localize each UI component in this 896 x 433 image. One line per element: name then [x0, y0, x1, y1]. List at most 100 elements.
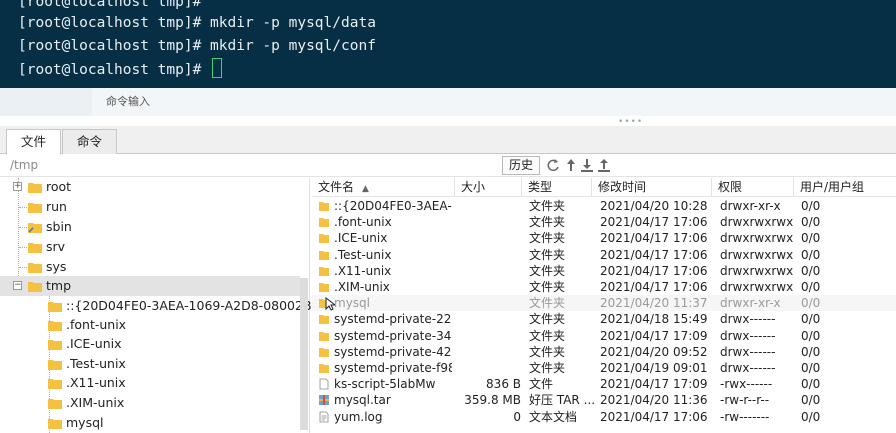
tree-item-font-unix[interactable]: .font-unix: [0, 315, 300, 335]
file-owner: 0/0: [801, 280, 821, 294]
tree-item-xim-unix[interactable]: .XIM-unix: [0, 393, 300, 413]
file-row[interactable]: mysql 文件夹 2021/04/20 11:37 drwxr-xr-x 0/0: [312, 295, 896, 312]
tree-item-ice-unix[interactable]: .ICE-unix: [0, 334, 300, 354]
text-file-icon: [318, 411, 330, 423]
file-permissions: -rw-------: [720, 409, 770, 424]
tree-item-tmp[interactable]: − tmp: [0, 276, 300, 296]
file-row[interactable]: systemd-private-f98... 文件夹 2021/04/19 09:0…: [312, 360, 896, 376]
folder-icon: [48, 340, 62, 350]
folder-icon: [318, 281, 330, 293]
history-button[interactable]: 历史: [502, 156, 540, 175]
column-header-size[interactable]: 大小: [455, 178, 522, 197]
file-type: 文件夹: [529, 247, 566, 262]
sort-asc-icon: ▲: [362, 184, 369, 194]
column-header-owner[interactable]: 用户/用户组: [794, 178, 896, 197]
tree-item-mysql[interactable]: mysql: [0, 413, 300, 433]
file-name: systemd-private-42a...: [334, 344, 452, 359]
file-row[interactable]: .ICE-unix 文件夹 2021/04/17 17:06 drwxrwxrwx 0/…: [312, 230, 896, 246]
folder-icon: [48, 419, 62, 429]
file-type: 文件夹: [529, 231, 566, 246]
file-mtime: 2021/04/20 10:28: [600, 199, 708, 213]
tree-item-srv[interactable]: srv: [0, 237, 300, 257]
tab-bar: 文件 命令: [0, 126, 896, 155]
file-row[interactable]: systemd-private-223... 文件夹 2021/04/18 15:4…: [312, 311, 896, 327]
file-row[interactable]: .Test-unix 文件夹 2021/04/17 17:06 drwxrwxrwx 0…: [312, 247, 896, 263]
tree-item-label: .X11-unix: [66, 375, 126, 390]
tree-item-label: run: [46, 199, 67, 214]
file-permissions: -rwx------: [720, 377, 773, 392]
command-input[interactable]: 命令输入: [92, 88, 896, 116]
file-row[interactable]: .font-unix 文件夹 2021/04/17 17:06 drwxrwxrwx 0…: [312, 214, 896, 230]
tree-item-x11-unix[interactable]: .X11-unix: [0, 373, 300, 393]
file-name: ::{20D04FE0-3AEA-1...: [334, 199, 452, 213]
tree-item-label: .font-unix: [66, 317, 127, 332]
file-row[interactable]: ::{20D04FE0-3AEA-1... 文件夹 2021/04/20 10:28…: [312, 198, 896, 214]
file-size: 836 B: [486, 377, 521, 392]
file-owner: 0/0: [801, 361, 821, 375]
file-row[interactable]: systemd-private-42a... 文件夹 2021/04/20 09:5…: [312, 344, 896, 360]
column-header-name[interactable]: 文件名 ▲: [312, 178, 455, 197]
tree-item-guid-folder[interactable]: ::{20D04FE0-3AEA-1069-A2D8-08002B3030: [0, 296, 343, 316]
terminal-line: [root@localhost tmp]#: [18, 58, 223, 80]
tree-item-run[interactable]: run: [0, 197, 300, 217]
file-size: 359.8 MB: [464, 393, 521, 408]
file-mtime: 2021/04/17 17:09: [600, 377, 708, 392]
file-permissions: drwx------: [720, 328, 776, 343]
expand-icon[interactable]: +: [13, 182, 22, 191]
tree-item-label: mysql: [66, 415, 104, 430]
up-directory-icon[interactable]: [564, 157, 578, 173]
tree-item-test-unix[interactable]: .Test-unix: [0, 354, 300, 374]
file-type: 文件夹: [529, 296, 566, 311]
tab-files[interactable]: 文件: [6, 129, 61, 155]
folder-icon: [28, 203, 42, 213]
file-mtime: 2021/04/20 11:36: [600, 393, 708, 408]
file-type: 文件夹: [529, 215, 566, 230]
file-name: .font-unix: [334, 215, 392, 230]
file-row[interactable]: systemd-private-341... 文件夹 2021/04/17 17:0…: [312, 328, 896, 344]
folder-icon: [318, 313, 330, 325]
file-mtime: 2021/04/17 17:06: [600, 409, 708, 424]
folder-icon: [48, 321, 62, 331]
tree-item-sys[interactable]: sys: [0, 257, 300, 277]
folder-icon: [48, 302, 62, 312]
column-header-permissions[interactable]: 权限: [712, 178, 794, 197]
file-permissions: drwx------: [720, 344, 776, 359]
tab-commands[interactable]: 命令: [62, 129, 117, 154]
terminal-cursor: [212, 58, 223, 78]
file-list: 文件名 ▲ 大小 类型 修改时间 权限 用户/用户组 ::{20D04FE0-3A…: [312, 178, 896, 433]
mouse-pointer-icon: [325, 297, 335, 311]
collapse-icon[interactable]: −: [13, 281, 22, 290]
tree-scrollbar[interactable]: [300, 278, 308, 430]
column-header-mtime[interactable]: 修改时间: [592, 178, 712, 197]
file-mtime: 2021/04/20 09:52: [600, 344, 708, 359]
file-row[interactable]: .X11-unix 文件夹 2021/04/17 17:06 drwxrwxrwx 0/…: [312, 263, 896, 279]
column-header-type[interactable]: 类型: [522, 178, 592, 197]
folder-icon: [28, 183, 42, 193]
file-owner: 0/0: [801, 199, 821, 213]
file-row[interactable]: mysql.tar 359.8 MB 好压 TAR ... 2021/04/20 11…: [312, 392, 896, 408]
file-name: .ICE-unix: [334, 231, 388, 246]
folder-icon: [48, 399, 62, 409]
tree-item-label: .Test-unix: [66, 356, 126, 371]
terminal-output[interactable]: [root@localhost tmp]# [root@localhost tm…: [0, 0, 896, 88]
tree-item-label: srv: [46, 239, 66, 254]
file-row[interactable]: ks-script-5labMw 836 B 文件 2021/04/17 17:09-…: [312, 376, 896, 392]
file-row[interactable]: .XIM-unix 文件夹 2021/04/17 17:06 drwxrwxrwx 0/…: [312, 279, 896, 295]
upload-icon[interactable]: [597, 157, 611, 173]
file-name: systemd-private-f98...: [334, 361, 452, 375]
path-input[interactable]: /tmp: [10, 158, 38, 172]
tree-item-sbin[interactable]: sbin: [0, 217, 300, 237]
refresh-icon[interactable]: [546, 157, 560, 173]
tree-item-root[interactable]: + root: [0, 177, 300, 197]
file-permissions: -rw-r--r--: [720, 393, 770, 408]
file-name: systemd-private-223...: [334, 312, 452, 327]
file-row[interactable]: yum.log 0 文本文档 2021/04/17 17:06 -rw------- 0/…: [312, 409, 896, 425]
tree-item-label: .ICE-unix: [66, 336, 122, 351]
file-owner: 0/0: [801, 344, 821, 359]
file-owner: 0/0: [801, 215, 821, 230]
file-owner: 0/0: [801, 312, 821, 327]
folder-icon: [318, 216, 330, 228]
file-owner: 0/0: [801, 247, 821, 262]
path-bar: /tmp 历史: [0, 155, 896, 177]
download-icon[interactable]: [580, 157, 594, 173]
